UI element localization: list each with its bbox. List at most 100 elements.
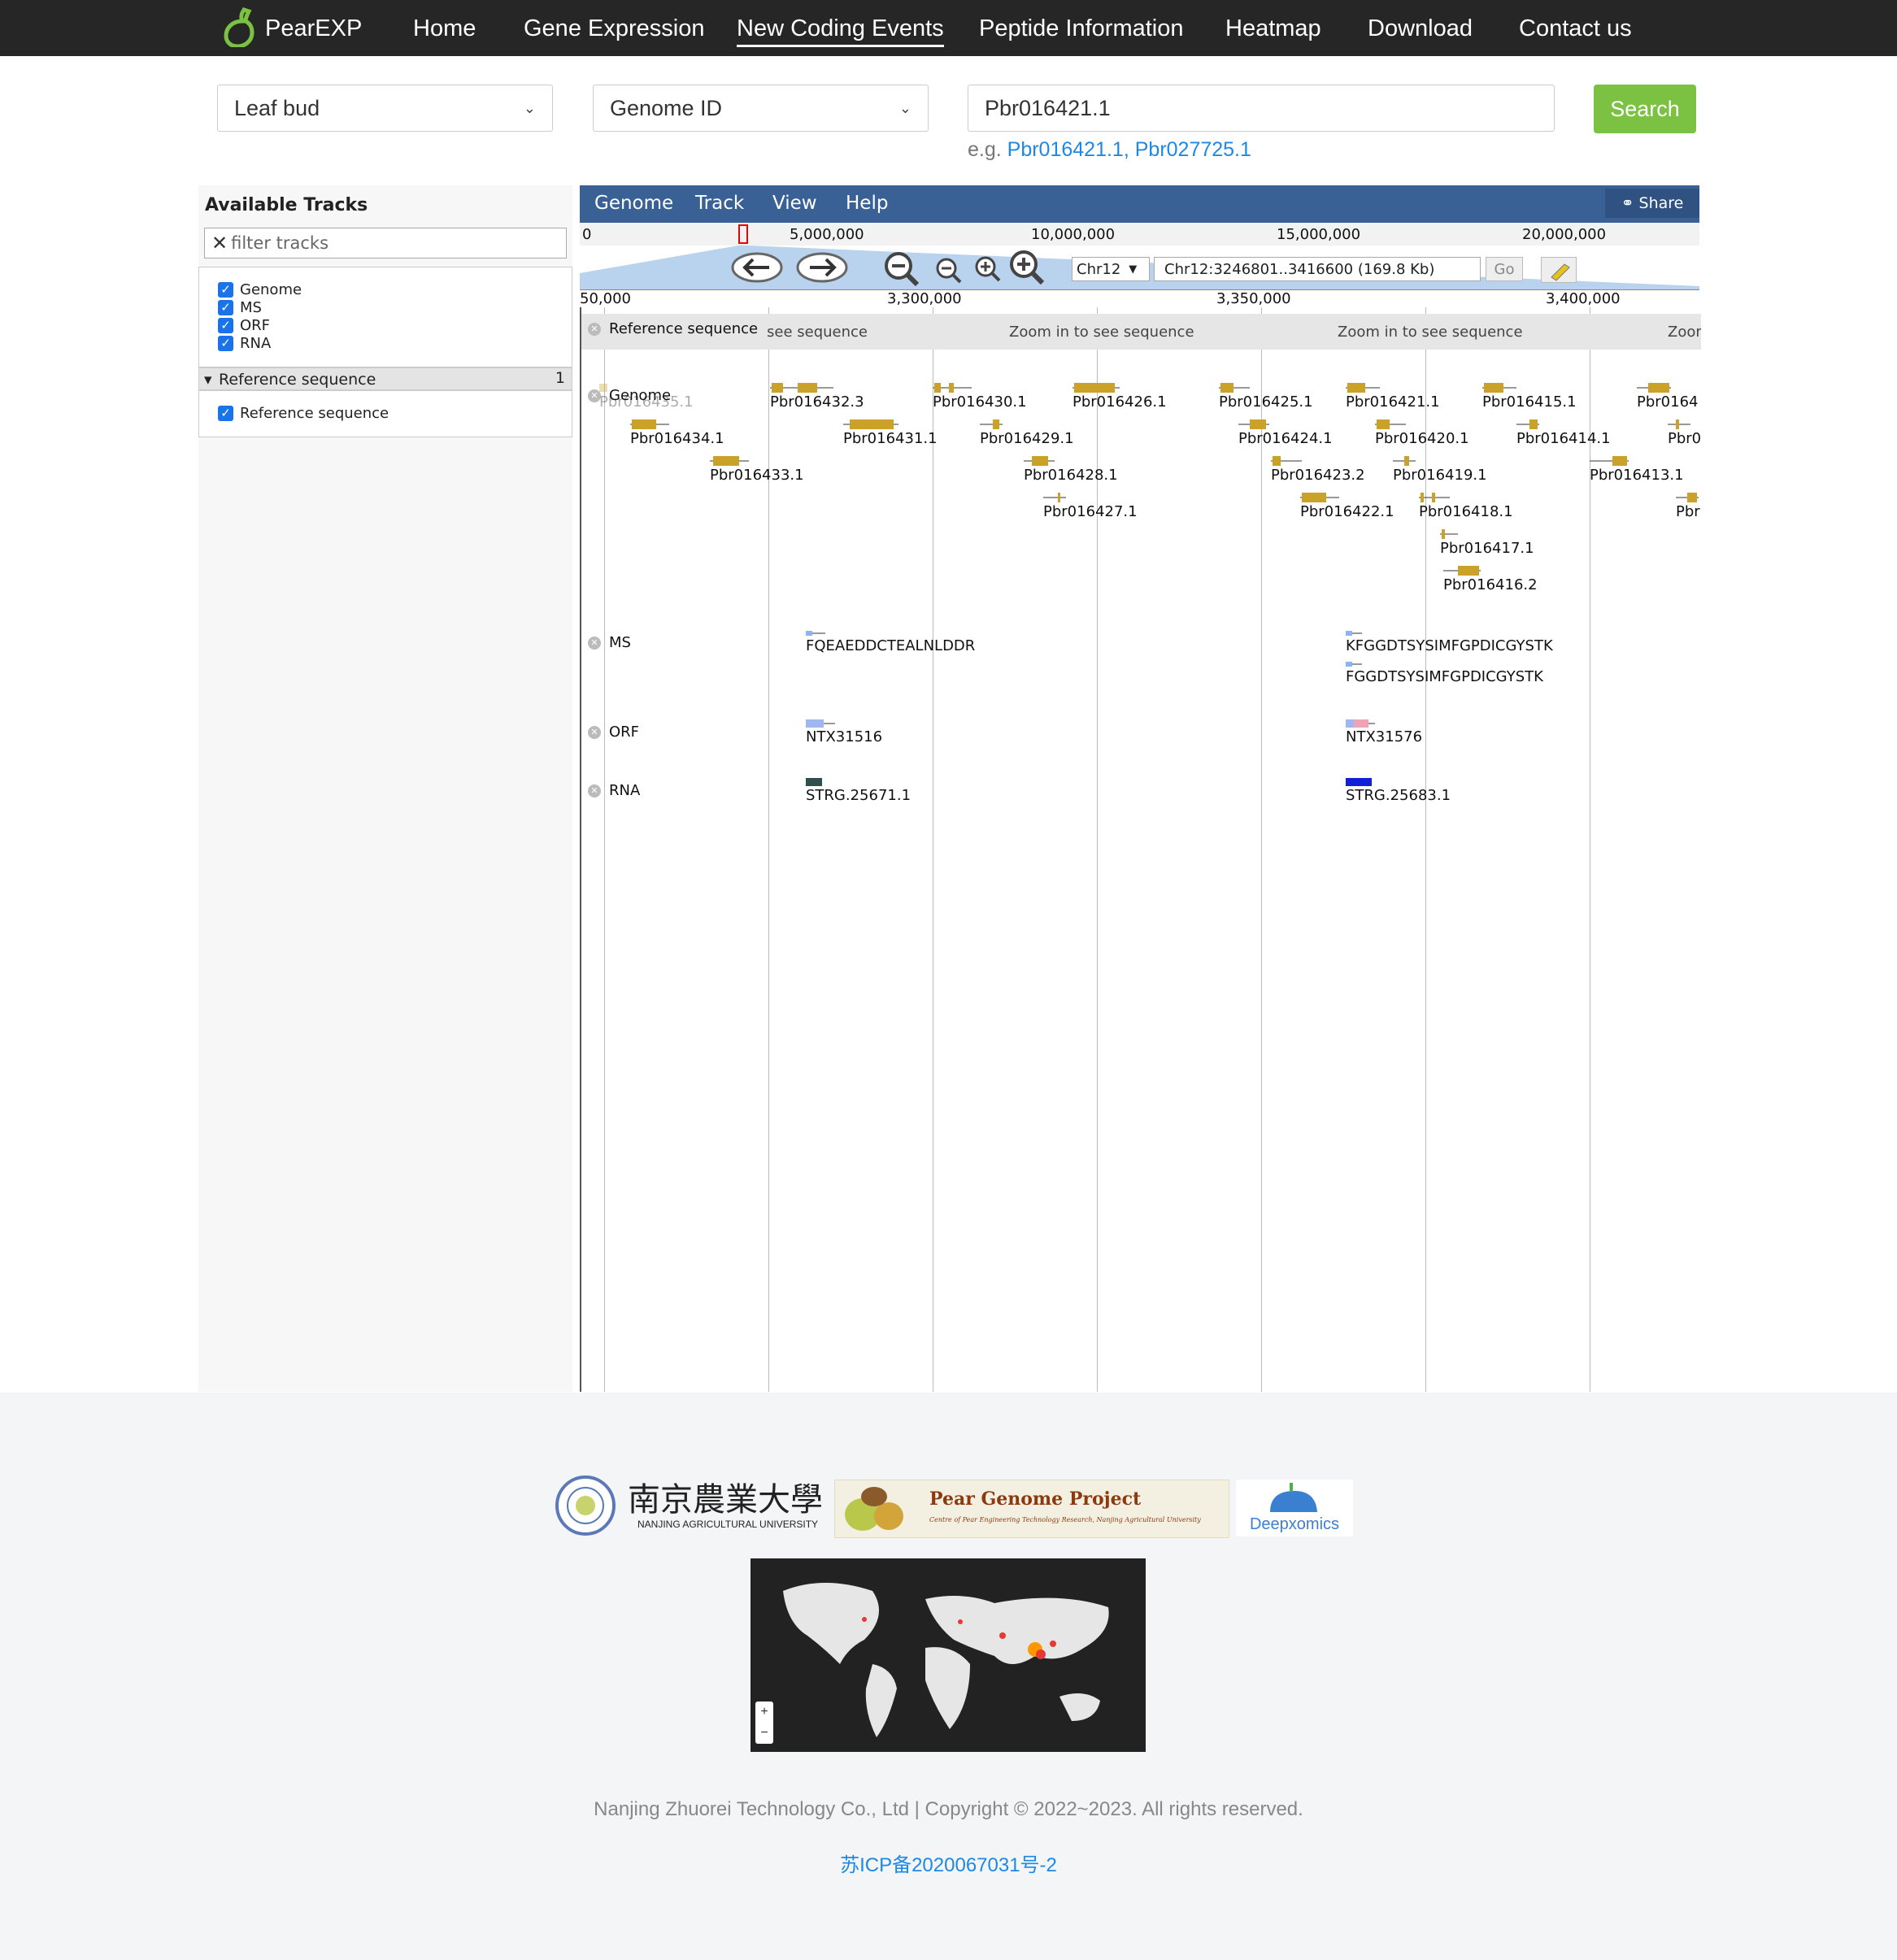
gene-label: Pbr016427.1 xyxy=(1043,503,1138,520)
gene-label: Pbr0164 xyxy=(1637,393,1699,411)
gene-feature[interactable]: Pbr0 xyxy=(1668,419,1701,447)
track-checkbox-orf[interactable]: ✓ ORF xyxy=(218,317,270,334)
nav-peptide-information[interactable]: Peptide Information xyxy=(979,14,1183,43)
close-track-icon[interactable]: ✕ xyxy=(588,725,601,739)
track-checkbox-label: RNA xyxy=(240,335,272,352)
tissue-select[interactable]: Leaf bud ⌄ xyxy=(217,85,553,132)
gene-feature[interactable]: Pbr016434.1 xyxy=(630,419,724,447)
nav-home[interactable]: Home xyxy=(413,14,476,43)
gene-feature[interactable]: Pbr016428.1 xyxy=(1024,455,1118,484)
gene-feature[interactable]: Pbr016422.1 xyxy=(1300,492,1394,520)
gene-feature[interactable]: Pbr016430.1 xyxy=(933,382,1027,411)
nav-contact-us[interactable]: Contact us xyxy=(1519,14,1632,43)
zoom-in-icon[interactable] xyxy=(974,255,1002,283)
track-label-orf[interactable]: ✕ ORF xyxy=(588,724,639,741)
ms-peptide-feature[interactable]: FQEAEDDCTEALNLDDR xyxy=(806,629,975,654)
gene-feature[interactable]: Pbr0164 xyxy=(1637,382,1699,411)
gene-feature[interactable]: Pbr016427.1 xyxy=(1043,492,1138,520)
clear-filter-icon[interactable]: ✕ xyxy=(211,232,228,254)
visitor-world-map[interactable]: + − xyxy=(751,1558,1146,1752)
gene-feature[interactable]: Pbr016435.1 xyxy=(599,382,694,411)
track-checkbox-rna[interactable]: ✓ RNA xyxy=(218,335,271,352)
menu-genome[interactable]: Genome xyxy=(594,193,673,214)
example-link-1[interactable]: Pbr016421.1, xyxy=(1007,138,1129,161)
highlight-button[interactable] xyxy=(1541,257,1577,283)
pan-right-icon[interactable] xyxy=(795,251,849,284)
gene-feature[interactable]: Pbr016420.1 xyxy=(1375,419,1469,447)
gene-model-glyph xyxy=(1440,529,1458,539)
search-button[interactable]: Search xyxy=(1594,85,1696,133)
nav-gene-expression[interactable]: Gene Expression xyxy=(524,14,704,43)
gene-feature[interactable]: Pbr016423.2 xyxy=(1271,455,1365,484)
ms-peptide-feature[interactable]: FGGDTSYSIMFGPDICGYSTK xyxy=(1346,660,1543,685)
map-zoom-out-button[interactable]: − xyxy=(755,1723,773,1744)
gene-model-glyph xyxy=(1043,493,1066,502)
gene-feature[interactable]: Pbr016432.3 xyxy=(770,382,864,411)
rna-transcript-feature[interactable]: STRG.25683.1 xyxy=(1346,777,1451,804)
example-link-2[interactable]: Pbr027725.1 xyxy=(1135,138,1251,161)
chromosome-select[interactable]: Chr12 ▼ xyxy=(1072,257,1150,281)
orf-feature[interactable]: NTX31576 xyxy=(1346,719,1422,745)
track-checkbox-ms[interactable]: ✓ MS xyxy=(218,299,262,316)
gene-feature[interactable]: Pbr016425.1 xyxy=(1219,382,1313,411)
gene-feature[interactable]: Pbr016415.1 xyxy=(1482,382,1577,411)
gene-feature[interactable]: Pbr016429.1 xyxy=(980,419,1074,447)
nav-heatmap[interactable]: Heatmap xyxy=(1225,14,1321,43)
id-type-select[interactable]: Genome ID ⌄ xyxy=(593,85,929,132)
track-label-rna[interactable]: ✕ RNA xyxy=(588,782,640,799)
zoom-out-icon[interactable] xyxy=(935,257,963,285)
map-zoom-control[interactable]: + − xyxy=(755,1701,773,1744)
nav-new-coding-events[interactable]: New Coding Events xyxy=(737,14,944,47)
gene-feature[interactable]: Pbr016419.1 xyxy=(1393,455,1487,484)
menu-help[interactable]: Help xyxy=(846,193,888,214)
close-track-icon[interactable]: ✕ xyxy=(588,636,601,650)
gene-feature[interactable]: Pbr016426.1 xyxy=(1073,382,1167,411)
brand-logo[interactable]: PearEXP xyxy=(221,7,362,49)
track-checkbox-genome[interactable]: ✓ Genome xyxy=(218,281,302,298)
go-button[interactable]: Go xyxy=(1486,257,1523,281)
map-zoom-in-button[interactable]: + xyxy=(755,1701,773,1723)
rna-transcript-feature[interactable]: STRG.25671.1 xyxy=(806,777,911,804)
gene-feature[interactable]: Pbr016424.1 xyxy=(1238,419,1333,447)
nav-download[interactable]: Download xyxy=(1368,14,1473,43)
gene-feature[interactable]: Pbr016421.1 xyxy=(1346,382,1440,411)
track-area[interactable]: ✕ Reference sequence see sequence Zoom in… xyxy=(580,307,1701,1392)
deepxomics-logo[interactable]: Deepxomics xyxy=(1236,1480,1353,1536)
gene-feature[interactable]: Pbr xyxy=(1676,492,1700,520)
orf-feature[interactable]: NTX31516 xyxy=(806,719,882,745)
icp-license-link[interactable]: 苏ICP备2020067031号-2 xyxy=(0,1849,1897,1877)
nanjing-agricultural-university-logo[interactable]: 南京農業大學 NANJING AGRICULTURAL UNIVERSITY xyxy=(555,1473,823,1538)
university-name-cn: 南京農業大學 xyxy=(628,1481,823,1519)
search-input[interactable] xyxy=(968,85,1555,132)
chromosome-overview[interactable]: 0 5,000,000 10,000,000 15,000,000 20,000… xyxy=(580,223,1699,246)
track-label-ms[interactable]: ✕ MS xyxy=(588,634,631,651)
close-track-icon[interactable]: ✕ xyxy=(588,322,601,336)
peptide-label: FQEAEDDCTEALNLDDR xyxy=(806,637,976,654)
pear-genome-project-logo[interactable]: Pear Genome Project Centre of Pear Engin… xyxy=(834,1480,1229,1538)
category-header-reference-sequence[interactable]: ▾ Reference sequence 1 xyxy=(198,367,572,390)
gene-feature[interactable]: Pbr016414.1 xyxy=(1516,419,1611,447)
pan-left-icon[interactable] xyxy=(730,251,784,284)
gene-feature[interactable]: Pbr016431.1 xyxy=(843,419,938,447)
scale-tick: 3,400,000 xyxy=(1546,290,1621,307)
zoom-out-large-icon[interactable] xyxy=(883,250,920,288)
gene-feature[interactable]: Pbr016417.1 xyxy=(1440,528,1534,557)
gene-feature[interactable]: Pbr016433.1 xyxy=(710,455,804,484)
share-button[interactable]: ⚭ Share xyxy=(1605,189,1699,218)
checkbox-checked-icon: ✓ xyxy=(218,300,233,315)
overview-location-marker[interactable] xyxy=(738,224,748,244)
track-label-reference-sequence[interactable]: ✕ Reference sequence xyxy=(588,320,758,337)
gene-feature[interactable]: Pbr016416.2 xyxy=(1443,565,1538,593)
gene-feature[interactable]: Pbr016418.1 xyxy=(1419,492,1513,520)
gene-label: Pbr016435.1 xyxy=(599,393,694,411)
close-track-icon[interactable]: ✕ xyxy=(588,784,601,797)
gene-feature[interactable]: Pbr016413.1 xyxy=(1590,455,1684,484)
menu-view[interactable]: View xyxy=(772,193,817,214)
track-checkbox-reference-sequence[interactable]: ✓ Reference sequence xyxy=(218,405,389,422)
menu-track[interactable]: Track xyxy=(695,193,744,214)
location-input[interactable]: Chr12:3246801..3416600 (169.8 Kb) xyxy=(1154,257,1481,281)
zoom-in-large-icon[interactable] xyxy=(1008,249,1046,286)
ms-peptide-feature[interactable]: KFGGDTSYSIMFGPDICGYSTK xyxy=(1346,629,1553,654)
gene-label: Pbr016416.2 xyxy=(1443,576,1538,593)
filter-tracks-input[interactable]: ✕ filter tracks xyxy=(204,228,567,259)
